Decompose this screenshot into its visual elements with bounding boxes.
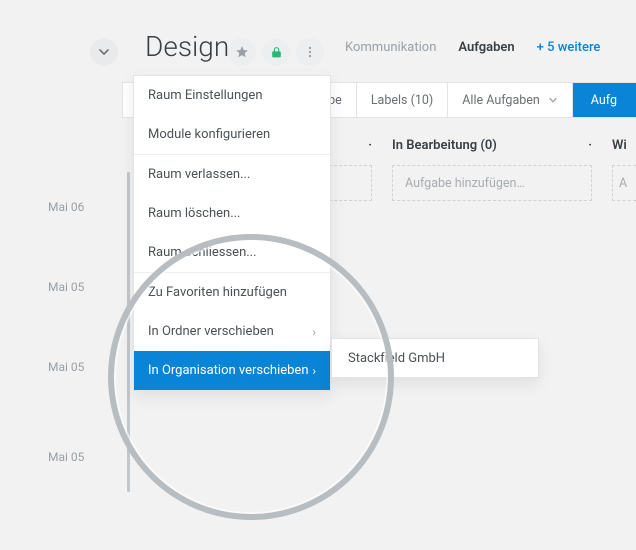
column-inprogress-title: In Bearbeitung (0) <box>392 138 497 153</box>
module-tabs: Kommunikation Aufgaben + 5 weitere <box>345 40 600 55</box>
room-settings-menu: Raum Einstellungen Module konfigurieren … <box>133 75 331 391</box>
menu-item-close-room[interactable]: Raum schliessen... <box>134 233 330 272</box>
favorite-button[interactable] <box>228 38 256 66</box>
menu-item-label: In Organisation verschieben <box>148 363 309 378</box>
date-label: Mai 05 <box>48 280 84 294</box>
room-menu-button[interactable] <box>296 38 324 66</box>
encryption-indicator[interactable] <box>262 38 290 66</box>
filter-seg-all-label: Alle Aufgaben <box>462 93 540 108</box>
column-menu-dot[interactable]: · <box>368 138 372 153</box>
column-last: Wi A <box>612 138 636 550</box>
menu-item-move-to-folder[interactable]: In Ordner verschieben › <box>134 312 330 351</box>
page-title: Design <box>145 30 229 63</box>
scroll-indicator <box>127 172 130 492</box>
menu-item-add-favorite[interactable]: Zu Favoriten hinzufügen <box>134 272 330 312</box>
date-label: Mai 05 <box>48 450 84 464</box>
org-submenu-item[interactable]: Stackfield GmbH <box>348 351 445 366</box>
menu-item-delete-room[interactable]: Raum löschen... <box>134 194 330 233</box>
column-last-title: Wi <box>612 138 627 153</box>
filter-seg-all[interactable]: Alle Aufgaben <box>448 83 573 117</box>
add-task-input[interactable]: Aufgabe hinzufügen… <box>392 165 592 201</box>
org-submenu: Stackfield GmbH <box>331 338 539 378</box>
chevron-down-icon <box>548 95 558 105</box>
column-menu-dot[interactable]: · <box>588 138 592 153</box>
menu-item-configure-modules[interactable]: Module konfigurieren <box>134 115 330 154</box>
add-task-input[interactable]: A <box>612 165 636 201</box>
tab-communication[interactable]: Kommunikation <box>345 40 436 55</box>
filter-seg-labels[interactable]: Labels (10) <box>357 83 448 117</box>
star-icon <box>235 45 249 59</box>
menu-item-room-settings[interactable]: Raum Einstellungen <box>134 76 330 115</box>
more-vertical-icon <box>303 45 317 59</box>
menu-item-leave-room[interactable]: Raum verlassen... <box>134 154 330 194</box>
date-column: Mai 06 Mai 05 Mai 05 Mai 05 <box>48 0 118 550</box>
tab-tasks[interactable]: Aufgaben <box>458 40 514 55</box>
date-label: Mai 06 <box>48 200 84 214</box>
lock-icon <box>270 46 283 59</box>
menu-item-move-to-org[interactable]: In Organisation verschieben › <box>134 351 330 390</box>
chevron-right-icon: › <box>312 364 316 378</box>
date-label: Mai 05 <box>48 360 84 374</box>
menu-item-label: In Ordner verschieben <box>148 324 274 339</box>
new-task-button[interactable]: Aufg <box>573 83 636 117</box>
tabs-more[interactable]: + 5 weitere <box>537 40 601 55</box>
chevron-right-icon: › <box>312 325 316 339</box>
